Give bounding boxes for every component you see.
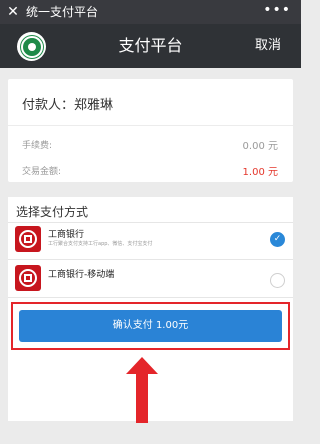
divider — [8, 125, 293, 126]
fee-value: 0.00 元 — [242, 141, 278, 152]
icbc-logo-icon — [15, 226, 41, 252]
divider — [8, 222, 293, 223]
method-name: 工商银行 — [48, 230, 85, 240]
icbc-logo-icon — [15, 265, 41, 291]
close-icon[interactable]: ✕ — [0, 0, 26, 24]
divider — [8, 259, 293, 260]
highlight-box: 确认支付 1.00元 — [11, 302, 290, 350]
wechat-title: 统一支付平台 — [26, 5, 99, 19]
radio-unselected-icon[interactable] — [270, 273, 285, 288]
amount-value: 1.00 元 — [242, 167, 278, 178]
more-icon[interactable]: ••• — [263, 0, 291, 20]
methods-title: 选择支付方式 — [16, 205, 89, 219]
page-header: 支付平台 取消 — [0, 24, 301, 68]
amount-label: 交易金额: — [22, 167, 62, 177]
cancel-button[interactable]: 取消 — [255, 24, 281, 68]
payer-name: 付款人：郑雅琳 — [22, 98, 114, 113]
confirm-pay-button[interactable]: 确认支付 1.00元 — [19, 310, 282, 342]
wechat-top-bar: ✕ 统一支付平台 ••• — [0, 0, 301, 24]
arrow-up-icon — [126, 357, 158, 423]
method-name: 工商银行-移动端 — [48, 270, 115, 280]
fee-label: 手续费: — [22, 141, 53, 151]
radio-selected-icon[interactable]: ✓ — [270, 232, 285, 247]
payment-info-card: 付款人：郑雅琳 手续费: 0.00 元 交易金额: 1.00 元 — [8, 79, 293, 182]
method-desc: 工行聚合支付支持工行app、微信、支付宝支付 — [48, 241, 153, 247]
divider — [8, 297, 293, 298]
